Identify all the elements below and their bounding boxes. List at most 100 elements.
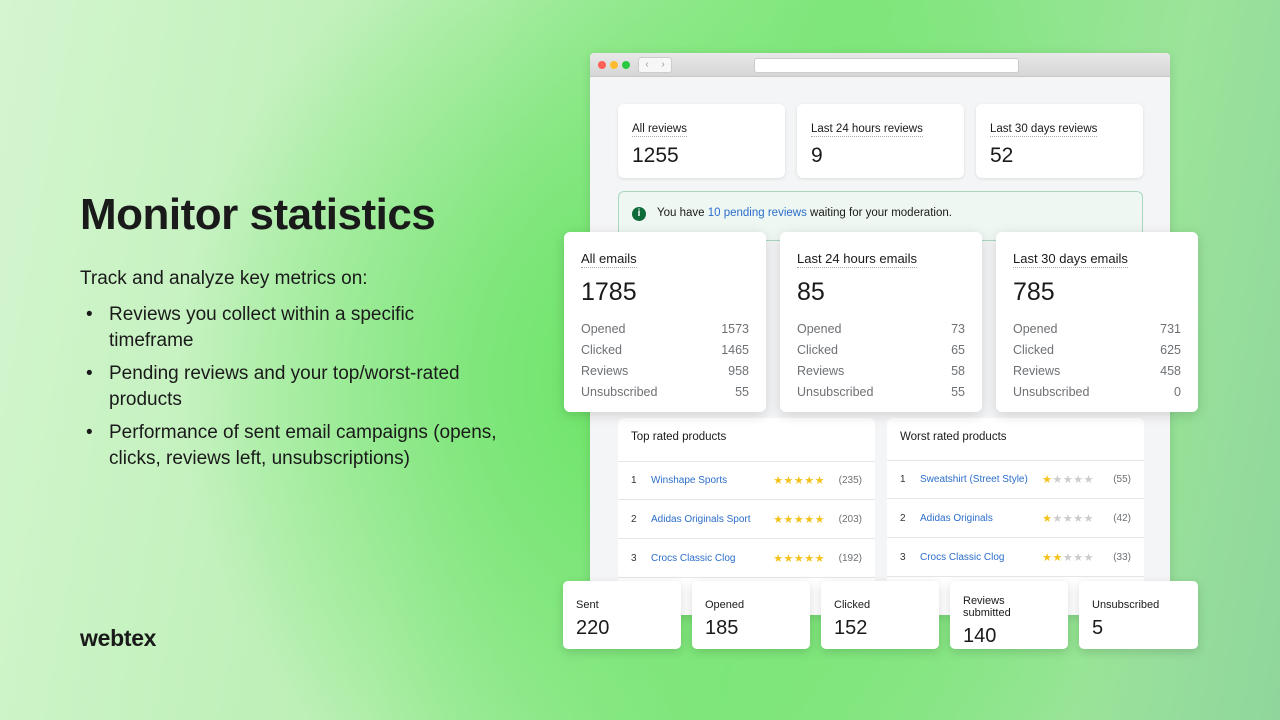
metric-value: 1573 — [721, 322, 749, 336]
close-window-button[interactable] — [598, 61, 606, 69]
back-icon[interactable]: ‹ — [639, 58, 655, 72]
metric-value: 65 — [951, 343, 965, 357]
email-metric-row: Clicked 65 — [797, 340, 965, 361]
minimize-window-button[interactable] — [610, 61, 618, 69]
maximize-window-button[interactable] — [622, 61, 630, 69]
metric-label: Reviews — [797, 364, 845, 378]
metric-label: Opened — [1013, 322, 1058, 336]
email-metric-row: Opened 731 — [1013, 319, 1181, 340]
metric-label: Unsubscribed — [581, 385, 658, 399]
metric-label: Unsubscribed — [1013, 385, 1090, 399]
stat-label: Reviews submitted — [963, 595, 1011, 619]
info-icon: i — [632, 207, 646, 221]
feature-item: Pending reviews and your top/worst-rated… — [80, 361, 500, 413]
email-metric-row: Reviews 58 — [797, 361, 965, 382]
product-row: 2 Adidas Originals ★★★★★ (42) — [887, 499, 1144, 538]
email-stat-value: 85 — [797, 278, 825, 306]
metric-value: 58 — [951, 364, 965, 378]
product-row: 1 Winshape Sports ★★★★★ (235) — [618, 461, 875, 500]
metric-value: 73 — [951, 322, 965, 336]
email-stat-value: 1785 — [581, 278, 637, 306]
panel-title: Top rated products — [631, 431, 727, 443]
product-link[interactable]: Crocs Classic Clog — [651, 553, 773, 564]
campaign-card-unsubscribed: Unsubscribed 5 — [1079, 581, 1198, 649]
product-rank: 2 — [631, 513, 637, 525]
metric-value: 731 — [1160, 322, 1181, 336]
product-row: 1 Sweatshirt (Street Style) ★★★★★ (55) — [887, 460, 1144, 499]
hero: Monitor statistics Track and analyze key… — [80, 190, 500, 479]
email-metric-row: Unsubscribed 55 — [797, 382, 965, 403]
stat-card-all-reviews: All reviews 1255 — [618, 104, 785, 178]
email-stat-label: All emails — [581, 251, 637, 268]
stat-card-30d-reviews: Last 30 days reviews 52 — [976, 104, 1143, 178]
feature-item: Performance of sent email campaigns (ope… — [80, 420, 500, 472]
metric-label: Reviews — [581, 364, 629, 378]
webtex-logo: webtex — [80, 625, 157, 651]
stat-value: 152 — [834, 617, 868, 639]
email-stat-label: Last 30 days emails — [1013, 251, 1128, 268]
product-rank: 1 — [631, 475, 637, 486]
email-metric-row: Reviews 458 — [1013, 361, 1181, 382]
pending-reviews-link[interactable]: 10 pending reviews — [708, 207, 807, 219]
stat-label: Sent — [576, 599, 599, 611]
email-stat-label: Last 24 hours emails — [797, 251, 917, 268]
product-row: 3 Crocs Classic Clog ★★★★★ (192) — [618, 539, 875, 578]
email-card-24h: Last 24 hours emails 85 Opened 73 Clicked 65 R… — [780, 232, 982, 412]
browser-toolbar: ‹ › — [590, 53, 1170, 77]
stat-label: Unsubscribed — [1092, 599, 1160, 611]
metric-label: Opened — [797, 322, 842, 336]
panel-title: Worst rated products — [900, 431, 1007, 443]
star-rating-icon: ★★★★★ — [773, 552, 825, 565]
product-link[interactable]: Adidas Originals — [920, 513, 1042, 524]
forward-icon[interactable]: › — [655, 58, 671, 72]
stat-value: 140 — [963, 625, 997, 647]
stat-label: Opened — [705, 599, 745, 611]
star-rating-icon: ★★★★★ — [1042, 474, 1094, 486]
metric-value: 55 — [951, 385, 965, 399]
product-row: 2 Adidas Originals Sport ★★★★★ (203) — [618, 500, 875, 539]
metric-label: Clicked — [797, 343, 838, 357]
product-rank: 2 — [900, 512, 906, 524]
stat-value: 185 — [705, 617, 739, 639]
metric-value: 958 — [728, 364, 749, 378]
address-bar[interactable] — [754, 58, 1019, 73]
stat-card-24h-reviews: Last 24 hours reviews 9 — [797, 104, 964, 178]
product-link[interactable]: Adidas Originals Sport — [651, 514, 773, 525]
metric-label: Clicked — [581, 343, 622, 357]
email-metric-row: Opened 73 — [797, 319, 965, 340]
product-link[interactable]: Winshape Sports — [651, 475, 773, 486]
banner-text: waiting for your moderation. — [806, 207, 952, 219]
product-link[interactable]: Crocs Classic Clog — [920, 552, 1042, 563]
review-count: (33) — [1113, 551, 1131, 563]
stat-value: 5 — [1092, 617, 1104, 639]
review-count: (192) — [838, 552, 862, 564]
email-metric-row: Unsubscribed 0 — [1013, 382, 1181, 403]
product-rank: 3 — [900, 551, 906, 563]
metric-value: 458 — [1160, 364, 1181, 378]
metric-value: 55 — [735, 385, 749, 399]
star-rating-icon: ★★★★★ — [1042, 512, 1094, 525]
stat-label: All reviews — [632, 123, 687, 137]
star-rating-icon: ★★★★★ — [773, 513, 825, 526]
metric-label: Unsubscribed — [797, 385, 874, 399]
email-metric-row: Clicked 625 — [1013, 340, 1181, 361]
campaign-card-clicked: Clicked 152 — [821, 581, 939, 649]
product-link[interactable]: Sweatshirt (Street Style) — [920, 474, 1042, 485]
feature-item: Reviews you collect within a specific ti… — [80, 302, 500, 354]
product-rank: 1 — [900, 474, 906, 485]
review-count: (203) — [838, 513, 862, 525]
stat-value: 52 — [990, 144, 1014, 167]
stat-value: 9 — [811, 144, 823, 167]
metric-label: Clicked — [1013, 343, 1054, 357]
banner-text: You have — [657, 207, 708, 219]
review-count: (42) — [1113, 512, 1131, 524]
metric-value: 1465 — [721, 343, 749, 357]
campaign-card-opened: Opened 185 — [692, 581, 810, 649]
email-metric-row: Clicked 1465 — [581, 340, 749, 361]
feature-list: Reviews you collect within a specific ti… — [80, 302, 500, 472]
campaign-card-sent: Sent 220 — [563, 581, 681, 649]
star-rating-icon: ★★★★★ — [773, 475, 825, 487]
product-row: 3 Crocs Classic Clog ★★★★★ (33) — [887, 538, 1144, 577]
hero-intro: Track and analyze key metrics on: — [80, 268, 368, 289]
email-metric-row: Reviews 958 — [581, 361, 749, 382]
